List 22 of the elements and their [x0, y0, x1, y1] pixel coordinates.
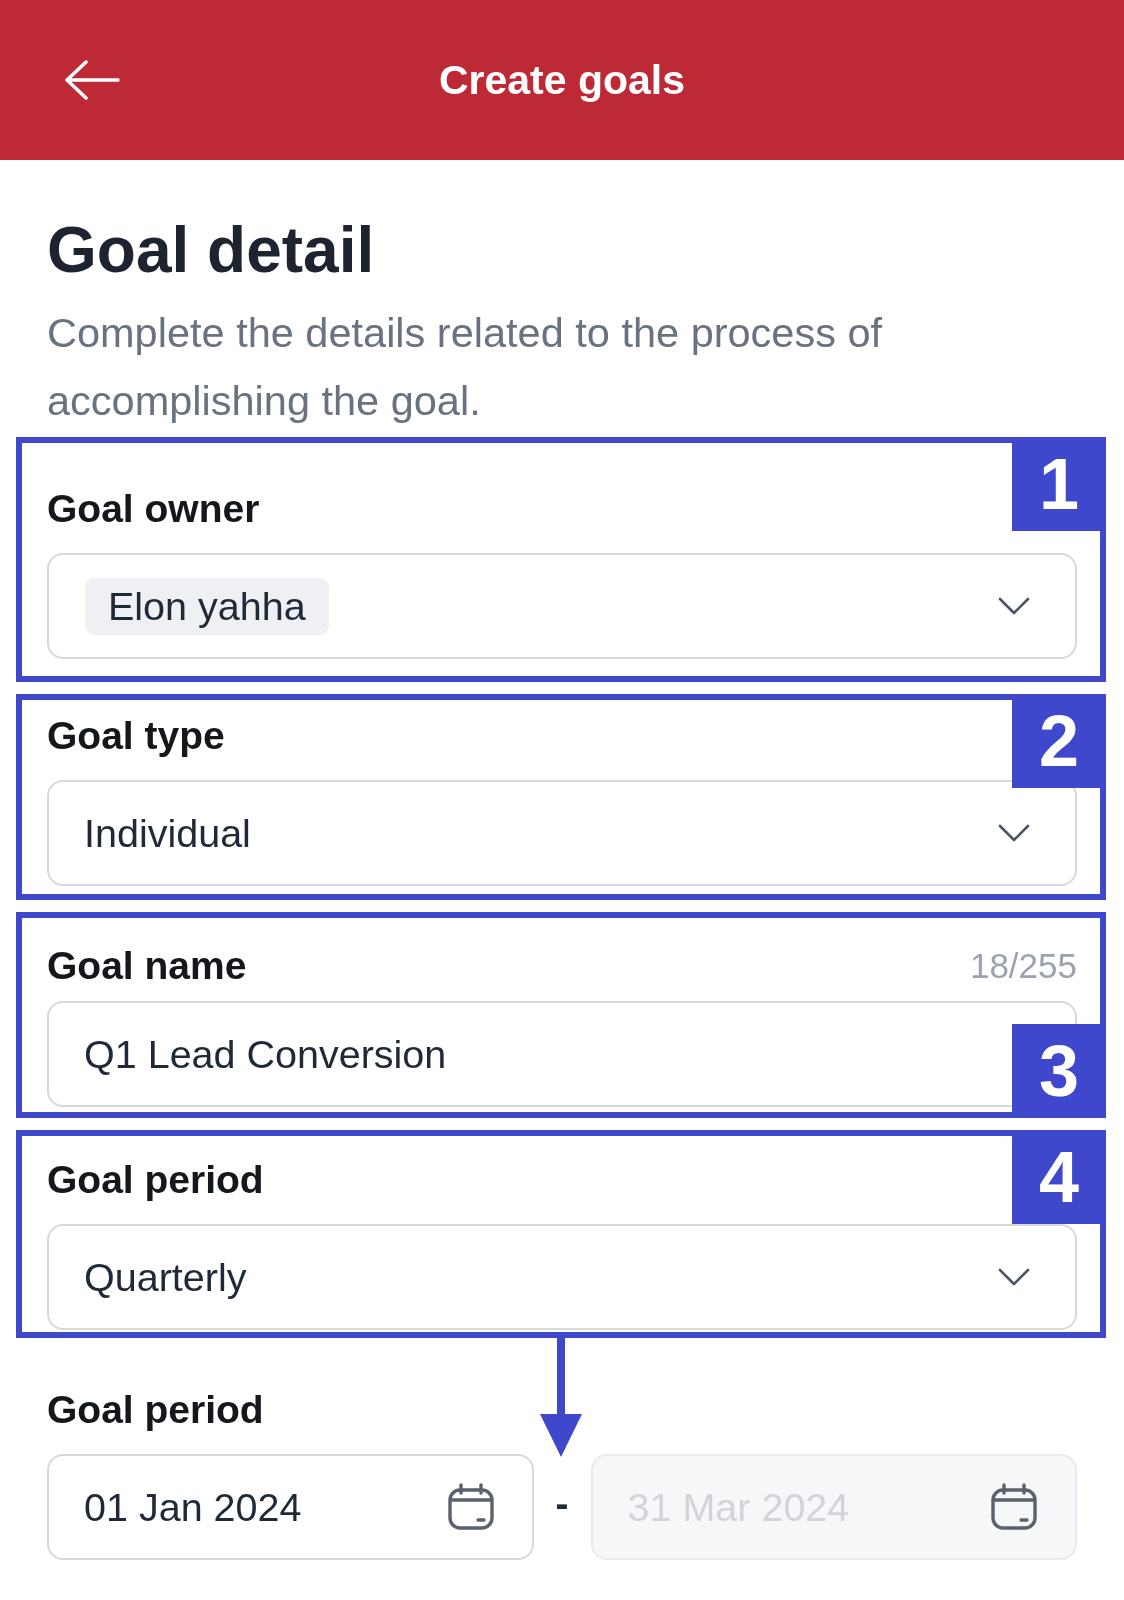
field-label: Goal type [47, 714, 225, 758]
date-field[interactable]: 01 Jan 2024 [47, 1454, 534, 1560]
field-label: Goal name [47, 944, 247, 988]
calendar-icon [446, 1483, 495, 1531]
field-label: Goal period [47, 1158, 264, 1202]
screen-title: Create goals [438, 56, 686, 105]
section-heading: Goal detail [47, 217, 376, 283]
back-arrow-icon [64, 60, 120, 100]
field-label: Goal period [47, 1388, 264, 1432]
range-separator: - [555, 1482, 569, 1526]
dropdown-field[interactable]: Individual [47, 780, 1077, 886]
chevron-down-icon [998, 824, 1030, 842]
selected-tag: Elon yahha [85, 577, 329, 635]
back-button[interactable] [64, 60, 120, 100]
field-label: Goal owner [47, 487, 260, 531]
chevron-down-icon [998, 597, 1030, 615]
dropdown-field[interactable]: Quarterly [47, 1224, 1077, 1330]
dropdown-field[interactable]: Elon yahha [47, 553, 1077, 659]
character-counter: 18/255 [969, 945, 1077, 987]
calendar-icon [990, 1483, 1038, 1531]
chevron-down-icon [998, 1268, 1030, 1286]
section-description: Complete the details related to the process of accomplishing the goal. [47, 308, 884, 426]
